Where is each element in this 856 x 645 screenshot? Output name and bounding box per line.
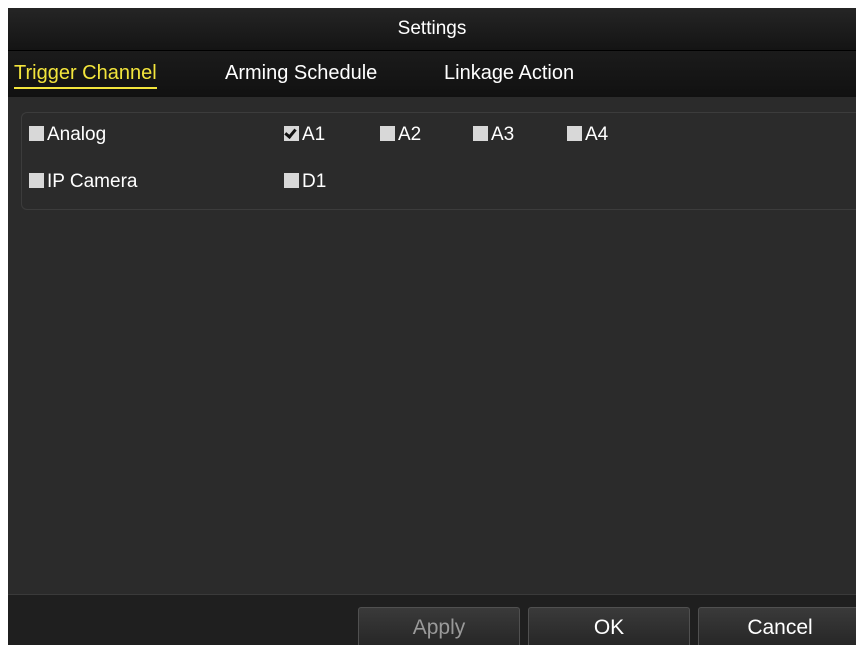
- checkbox-icon: [380, 125, 395, 141]
- trigger-channel-panel: [21, 112, 856, 210]
- checkbox-icon: [284, 172, 299, 188]
- settings-dialog: Settings Trigger Channel Arming Schedule…: [8, 8, 856, 645]
- apply-button[interactable]: Apply: [358, 607, 520, 645]
- tab-arming-schedule[interactable]: Arming Schedule: [225, 51, 377, 95]
- checkbox-icon: [567, 125, 582, 141]
- checkbox-icon: [29, 172, 44, 188]
- analog-label: Analog: [47, 124, 107, 145]
- ip-camera-group-checkbox[interactable]: IP Camera: [29, 170, 137, 194]
- cancel-button[interactable]: Cancel: [698, 607, 856, 645]
- channel-d1-checkbox[interactable]: D1: [284, 170, 326, 194]
- checked-checkbox-icon: [284, 125, 299, 141]
- ip-camera-label: IP Camera: [47, 171, 138, 192]
- channel-a1-label: A1: [302, 124, 326, 145]
- channel-a4-label: A4: [585, 124, 609, 145]
- checkbox-icon: [29, 125, 44, 141]
- channel-a1-checkbox[interactable]: A1: [284, 123, 325, 147]
- channel-a3-checkbox[interactable]: A3: [473, 123, 514, 147]
- analog-group-checkbox[interactable]: Analog: [29, 123, 106, 147]
- tab-trigger-channel[interactable]: Trigger Channel: [14, 51, 157, 95]
- channel-d1-label: D1: [302, 171, 327, 192]
- checkbox-icon: [473, 125, 488, 141]
- channel-a4-checkbox[interactable]: A4: [567, 123, 608, 147]
- tab-bar: Trigger Channel Arming Schedule Linkage …: [8, 51, 856, 97]
- ok-button[interactable]: OK: [528, 607, 690, 645]
- tab-linkage-action[interactable]: Linkage Action: [444, 51, 574, 95]
- channel-a3-label: A3: [491, 124, 515, 145]
- dialog-footer: Apply OK Cancel: [8, 594, 856, 645]
- channel-a2-checkbox[interactable]: A2: [380, 123, 421, 147]
- dialog-title: Settings: [8, 8, 856, 51]
- channel-a2-label: A2: [398, 124, 422, 145]
